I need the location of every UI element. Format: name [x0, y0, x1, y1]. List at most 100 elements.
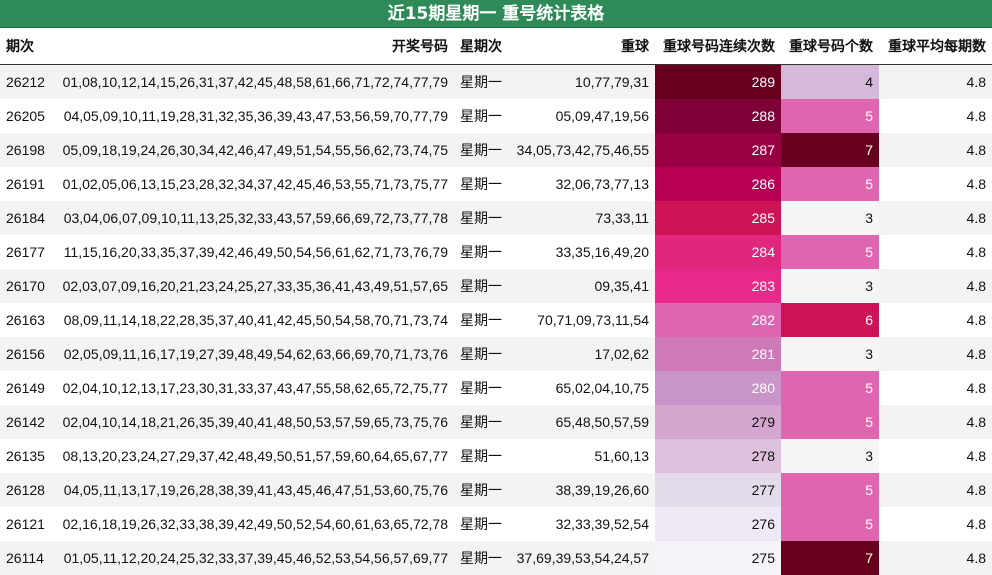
cell-period: 26135 [0, 439, 54, 473]
cell-count: 4 [781, 64, 879, 99]
table-row: 26177 11,15,16,20,33,35,37,39,42,46,49,50… [0, 235, 992, 269]
header-repeat: 重球 [510, 28, 655, 65]
cell-repeat: 33,35,16,49,20 [510, 235, 655, 269]
cell-count: 3 [781, 269, 879, 303]
cell-avg: 4.8 [879, 439, 992, 473]
table-row: 26128 04,05,11,13,17,19,26,28,38,39,41,43… [0, 473, 992, 507]
cell-consecutive: 285 [655, 201, 781, 235]
cell-period: 26128 [0, 473, 54, 507]
cell-numbers: 04,05,09,10,11,19,28,31,32,35,36,39,43,4… [54, 99, 454, 133]
cell-count: 3 [781, 337, 879, 371]
cell-numbers: 01,05,11,12,20,24,25,32,33,37,39,45,46,5… [54, 541, 454, 575]
cell-avg: 4.8 [879, 507, 992, 541]
cell-consecutive: 284 [655, 235, 781, 269]
cell-numbers: 01,08,10,12,14,15,26,31,37,42,45,48,58,6… [54, 64, 454, 99]
cell-numbers: 04,05,11,13,17,19,26,28,38,39,41,43,45,4… [54, 473, 454, 507]
cell-count: 5 [781, 473, 879, 507]
cell-period: 26177 [0, 235, 54, 269]
header-avg: 重球平均每期数 [879, 28, 992, 65]
table-row: 26121 02,16,18,19,26,32,33,38,39,42,49,50… [0, 507, 992, 541]
cell-weekday: 星期一 [454, 133, 510, 167]
table-body: 26212 01,08,10,12,14,15,26,31,37,42,45,48… [0, 64, 992, 575]
cell-period: 26114 [0, 541, 54, 575]
cell-count: 7 [781, 133, 879, 167]
cell-numbers: 05,09,18,19,24,26,30,34,42,46,47,49,51,5… [54, 133, 454, 167]
cell-avg: 4.8 [879, 167, 992, 201]
cell-repeat: 32,33,39,52,54 [510, 507, 655, 541]
cell-weekday: 星期一 [454, 269, 510, 303]
cell-count: 3 [781, 201, 879, 235]
cell-repeat: 70,71,09,73,11,54 [510, 303, 655, 337]
table-row: 26184 03,04,06,07,09,10,11,13,25,32,33,43… [0, 201, 992, 235]
cell-period: 26142 [0, 405, 54, 439]
cell-numbers: 02,03,07,09,16,20,21,23,24,25,27,33,35,3… [54, 269, 454, 303]
header-period: 期次 [0, 28, 54, 65]
cell-weekday: 星期一 [454, 167, 510, 201]
table-row: 26163 08,09,11,14,18,22,28,35,37,40,41,42… [0, 303, 992, 337]
cell-consecutive: 278 [655, 439, 781, 473]
cell-count: 6 [781, 303, 879, 337]
cell-count: 7 [781, 541, 879, 575]
table-row: 26135 08,13,20,23,24,27,29,37,42,48,49,50… [0, 439, 992, 473]
table-row: 26191 01,02,05,06,13,15,23,28,32,34,37,42… [0, 167, 992, 201]
header-consecutive: 重球号码连续次数 [655, 28, 781, 65]
cell-weekday: 星期一 [454, 439, 510, 473]
cell-avg: 4.8 [879, 64, 992, 99]
cell-count: 3 [781, 439, 879, 473]
header-weekday: 星期次 [454, 28, 510, 65]
cell-period: 26198 [0, 133, 54, 167]
repeat-stats-table: 期次 开奖号码 星期次 重球 重球号码连续次数 重球号码个数 重球平均每期数 2… [0, 28, 992, 575]
cell-count: 5 [781, 235, 879, 269]
cell-consecutive: 275 [655, 541, 781, 575]
cell-period: 26156 [0, 337, 54, 371]
header-row: 期次 开奖号码 星期次 重球 重球号码连续次数 重球号码个数 重球平均每期数 [0, 28, 992, 65]
cell-avg: 4.8 [879, 133, 992, 167]
cell-consecutive: 279 [655, 405, 781, 439]
cell-repeat: 65,02,04,10,75 [510, 371, 655, 405]
table-row: 26170 02,03,07,09,16,20,21,23,24,25,27,33… [0, 269, 992, 303]
cell-weekday: 星期一 [454, 405, 510, 439]
cell-period: 26205 [0, 99, 54, 133]
cell-repeat: 73,33,11 [510, 201, 655, 235]
cell-weekday: 星期一 [454, 64, 510, 99]
cell-numbers: 11,15,16,20,33,35,37,39,42,46,49,50,54,5… [54, 235, 454, 269]
cell-numbers: 08,09,11,14,18,22,28,35,37,40,41,42,45,5… [54, 303, 454, 337]
cell-period: 26149 [0, 371, 54, 405]
cell-avg: 4.8 [879, 99, 992, 133]
cell-weekday: 星期一 [454, 507, 510, 541]
header-count: 重球号码个数 [781, 28, 879, 65]
cell-count: 5 [781, 371, 879, 405]
cell-consecutive: 282 [655, 303, 781, 337]
table-row: 26205 04,05,09,10,11,19,28,31,32,35,36,39… [0, 99, 992, 133]
table-row: 26212 01,08,10,12,14,15,26,31,37,42,45,48… [0, 64, 992, 99]
cell-repeat: 34,05,73,42,75,46,55 [510, 133, 655, 167]
table-row: 26156 02,05,09,11,16,17,19,27,39,48,49,54… [0, 337, 992, 371]
cell-period: 26191 [0, 167, 54, 201]
cell-count: 5 [781, 167, 879, 201]
cell-numbers: 03,04,06,07,09,10,11,13,25,32,33,43,57,5… [54, 201, 454, 235]
cell-consecutive: 277 [655, 473, 781, 507]
cell-repeat: 38,39,19,26,60 [510, 473, 655, 507]
cell-consecutive: 276 [655, 507, 781, 541]
cell-period: 26184 [0, 201, 54, 235]
header-numbers: 开奖号码 [54, 28, 454, 65]
cell-weekday: 星期一 [454, 201, 510, 235]
cell-numbers: 02,16,18,19,26,32,33,38,39,42,49,50,52,5… [54, 507, 454, 541]
cell-avg: 4.8 [879, 201, 992, 235]
table-title: 近15期星期一 重号统计表格 [0, 0, 992, 28]
cell-repeat: 10,77,79,31 [510, 64, 655, 99]
cell-consecutive: 280 [655, 371, 781, 405]
cell-numbers: 01,02,05,06,13,15,23,28,32,34,37,42,45,4… [54, 167, 454, 201]
cell-repeat: 09,35,41 [510, 269, 655, 303]
cell-period: 26170 [0, 269, 54, 303]
cell-consecutive: 287 [655, 133, 781, 167]
cell-weekday: 星期一 [454, 473, 510, 507]
cell-weekday: 星期一 [454, 371, 510, 405]
cell-numbers: 08,13,20,23,24,27,29,37,42,48,49,50,51,5… [54, 439, 454, 473]
cell-avg: 4.8 [879, 235, 992, 269]
cell-numbers: 02,04,10,14,18,21,26,35,39,40,41,48,50,5… [54, 405, 454, 439]
cell-count: 5 [781, 99, 879, 133]
cell-avg: 4.8 [879, 337, 992, 371]
cell-repeat: 05,09,47,19,56 [510, 99, 655, 133]
cell-avg: 4.8 [879, 371, 992, 405]
